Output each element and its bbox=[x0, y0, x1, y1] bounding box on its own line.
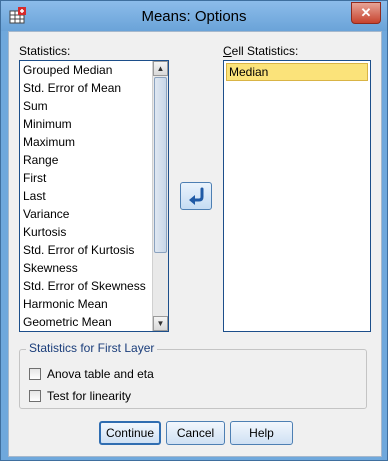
linearity-checkbox[interactable] bbox=[29, 390, 41, 402]
scroll-up-button[interactable]: ▲ bbox=[153, 61, 168, 76]
list-item[interactable]: Std. Error of Skewness bbox=[20, 277, 168, 295]
cell-statistics-listbox[interactable]: Median bbox=[223, 60, 371, 332]
continue-button[interactable]: Continue bbox=[99, 421, 161, 445]
title-bar[interactable]: Means: Options ✕ bbox=[1, 1, 387, 31]
statistics-scrollbar[interactable]: ▲ ▼ bbox=[152, 61, 168, 331]
list-item[interactable]: Maximum bbox=[20, 133, 168, 151]
window-title: Means: Options bbox=[141, 8, 247, 25]
cell-statistics-label: Cell Statistics: bbox=[223, 44, 299, 58]
up-arrow-icon: ▲ bbox=[156, 64, 165, 73]
close-button[interactable]: ✕ bbox=[351, 2, 381, 24]
linearity-label: Test for linearity bbox=[47, 389, 132, 403]
list-item[interactable]: Range bbox=[20, 151, 168, 169]
list-item[interactable]: Kurtosis bbox=[20, 223, 168, 241]
list-item[interactable]: Last bbox=[20, 187, 168, 205]
cell-statistics-label-text: ell Statistics: bbox=[231, 44, 299, 58]
anova-label: Anova table and eta bbox=[47, 367, 154, 381]
list-item[interactable]: Geometric Mean bbox=[20, 313, 168, 331]
help-button[interactable]: Help bbox=[230, 421, 293, 445]
list-item[interactable]: Variance bbox=[20, 205, 168, 223]
close-icon: ✕ bbox=[360, 5, 372, 20]
linearity-checkbox-row[interactable]: Test for linearity bbox=[29, 388, 131, 404]
cell-statistic-item-median[interactable]: Median bbox=[226, 63, 368, 81]
scroll-down-button[interactable]: ▼ bbox=[153, 316, 168, 331]
dialog-window: Means: Options ✕ Statistics: Grouped Med… bbox=[0, 0, 388, 461]
move-left-arrow-icon bbox=[189, 187, 204, 205]
list-item[interactable]: Grouped Median bbox=[20, 61, 168, 79]
first-layer-title: Statistics for First Layer bbox=[26, 341, 158, 355]
statistics-label: Statistics: bbox=[19, 44, 71, 58]
statistics-listbox[interactable]: Grouped Median Std. Error of Mean Sum Minim… bbox=[19, 60, 169, 332]
down-arrow-icon: ▼ bbox=[156, 319, 165, 328]
scroll-thumb[interactable] bbox=[154, 77, 167, 253]
list-item[interactable]: Std. Error of Mean bbox=[20, 79, 168, 97]
list-item[interactable]: Sum bbox=[20, 97, 168, 115]
dialog-content: Statistics: Grouped Median Std. Error of … bbox=[8, 31, 382, 457]
anova-checkbox-row[interactable]: Anova table and eta bbox=[29, 366, 154, 382]
statistics-list: Grouped Median Std. Error of Mean Sum Minim… bbox=[20, 61, 168, 331]
list-item[interactable]: Std. Error of Kurtosis bbox=[20, 241, 168, 259]
list-item[interactable]: Minimum bbox=[20, 115, 168, 133]
list-item[interactable]: First bbox=[20, 169, 168, 187]
list-item[interactable]: Harmonic Mean bbox=[20, 295, 168, 313]
list-item[interactable]: Skewness bbox=[20, 259, 168, 277]
move-left-button[interactable] bbox=[180, 182, 212, 210]
anova-checkbox[interactable] bbox=[29, 368, 41, 380]
cancel-button[interactable]: Cancel bbox=[166, 421, 225, 445]
